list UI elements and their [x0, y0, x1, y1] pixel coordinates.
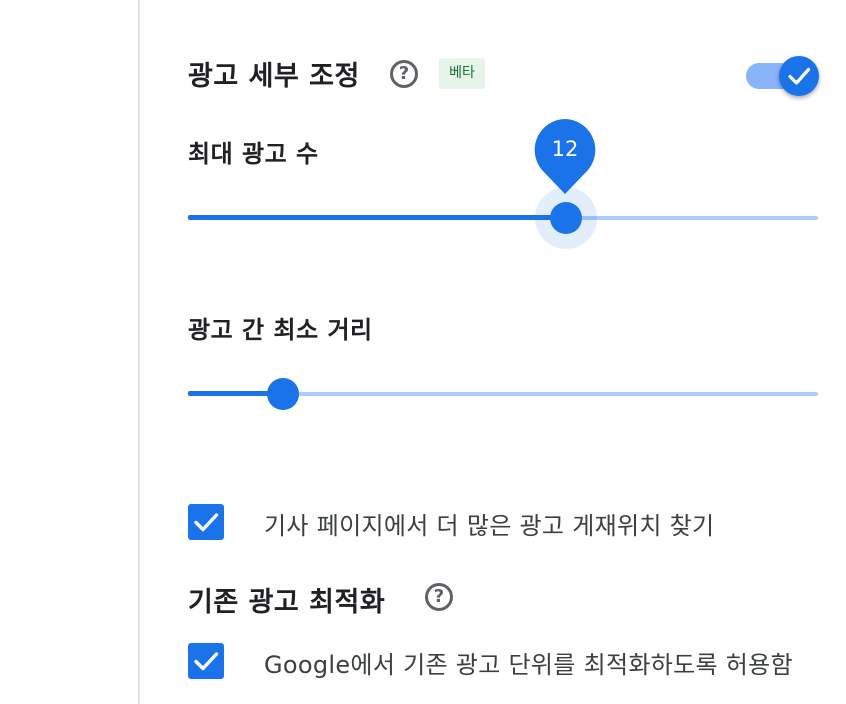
left-divider: [138, 0, 140, 704]
existing-ads-checkbox[interactable]: [188, 643, 224, 679]
check-icon: [194, 652, 219, 671]
check-icon: [194, 513, 219, 532]
min-distance-label: 광고 간 최소 거리: [188, 316, 373, 344]
ad-refinement-title: 광고 세부 조정: [188, 61, 360, 92]
min-distance-slider[interactable]: [188, 374, 818, 414]
slider-thumb[interactable]: [267, 378, 299, 410]
existing-ads-title: 기존 광고 최적화: [188, 587, 386, 618]
help-icon[interactable]: ?: [390, 60, 418, 88]
help-icon[interactable]: ?: [425, 583, 453, 611]
toggle-knob[interactable]: [779, 56, 819, 96]
slider-thumb[interactable]: [550, 202, 582, 234]
existing-ads-label: Google에서 기존 광고 단위를 최적화하도록 허용함: [264, 651, 793, 679]
max-ads-value: 12: [551, 137, 579, 161]
max-ads-slider[interactable]: [188, 187, 818, 249]
check-icon: [788, 67, 811, 85]
article-pages-label: 기사 페이지에서 더 많은 광고 게재위치 찾기: [264, 512, 715, 540]
ad-refinement-toggle[interactable]: [746, 56, 820, 96]
slider-fill: [188, 215, 566, 220]
article-pages-checkbox[interactable]: [188, 504, 224, 540]
max-ads-label: 최대 광고 수: [188, 140, 319, 168]
slider-value-bubble: 12: [533, 118, 597, 194]
beta-badge: 베타: [439, 58, 485, 89]
